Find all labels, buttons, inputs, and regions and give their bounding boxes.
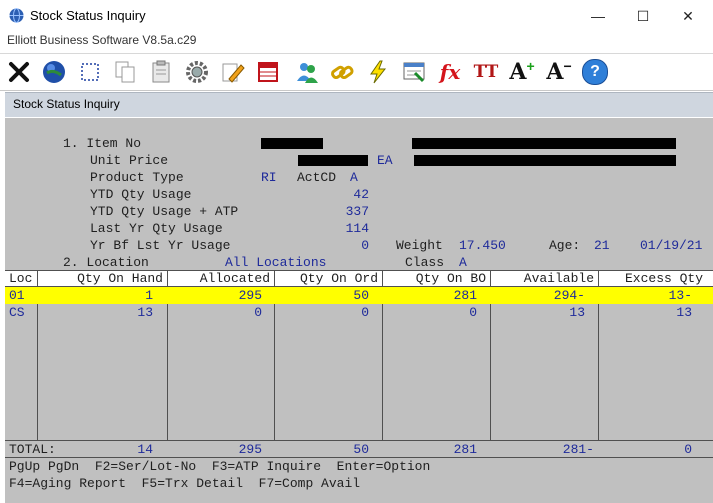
- spreadsheet-icon[interactable]: [252, 57, 284, 87]
- item-no-label: 1. Item No: [63, 136, 142, 151]
- settings-icon[interactable]: [181, 57, 213, 87]
- app-version-label: Elliott Business Software V8.5a.c29: [7, 33, 197, 47]
- row-0-allocated: 295: [238, 288, 262, 303]
- total-on-hand: 14: [137, 442, 153, 457]
- total-allocated: 295: [238, 442, 262, 457]
- actcd-label: ActCD: [297, 170, 337, 185]
- total-on-ord: 50: [353, 442, 369, 457]
- toolbar: fx TT A + A − ?: [0, 53, 713, 91]
- product-type-label: Product Type: [90, 170, 184, 185]
- row-0-on-hand: 1: [145, 288, 153, 303]
- item-no-value-redacted: [261, 138, 323, 149]
- col-header-loc: Loc: [9, 271, 33, 286]
- row-0-available: 294-: [553, 288, 585, 303]
- weight-value: 17.450: [459, 238, 506, 253]
- row-0-on-ord: 50: [353, 288, 369, 303]
- users-icon[interactable]: [291, 57, 323, 87]
- total-available: 281-: [562, 442, 594, 457]
- row-1-allocated: 0: [254, 305, 262, 320]
- actcd-value: A: [350, 170, 358, 185]
- last-yr-label: Last Yr Qty Usage: [90, 221, 223, 236]
- row-1-on-hand: 13: [137, 305, 153, 320]
- help-icon[interactable]: ?: [579, 57, 611, 87]
- window-title: Stock Status Inquiry: [30, 8, 146, 23]
- yr-bf-value: 0: [361, 238, 369, 253]
- age-label: Age:: [549, 238, 581, 253]
- globe-icon[interactable]: [38, 57, 70, 87]
- class-label: Class: [405, 255, 445, 270]
- unit-price-value-redacted: [298, 155, 368, 166]
- row-1-available: 13: [569, 305, 585, 320]
- maximize-button[interactable]: ☐: [628, 6, 658, 26]
- yr-bf-label: Yr Bf Lst Yr Usage: [90, 238, 231, 253]
- unit-of-measure: EA: [377, 153, 393, 168]
- ytd-qty-label: YTD Qty Usage: [90, 187, 192, 202]
- paste-icon[interactable]: [145, 57, 177, 87]
- row-1-excess: 13: [676, 305, 692, 320]
- unit-price-label: Unit Price: [90, 153, 169, 168]
- ytd-atp-label: YTD Qty Usage + ATP: [90, 204, 239, 219]
- total-excess: 0: [684, 442, 692, 457]
- function-keys-line-1: PgUp PgDn F2=Ser/Lot-No F3=ATP Inquire E…: [9, 459, 431, 474]
- ytd-qty-value: 42: [353, 187, 369, 202]
- class-value: A: [459, 255, 467, 270]
- col-header-qty-on-hand: Qty On Hand: [77, 271, 163, 286]
- col-header-qty-on-ord: Qty On Ord: [299, 271, 378, 286]
- location-value: All Locations: [225, 255, 327, 270]
- increase-font-icon[interactable]: A +: [506, 57, 538, 87]
- fx-icon[interactable]: fx: [434, 57, 466, 87]
- item-description-redacted: [412, 138, 676, 149]
- product-type-value: RI: [261, 170, 277, 185]
- col-header-allocated: Allocated: [199, 271, 270, 286]
- exit-x-icon[interactable]: [3, 57, 35, 87]
- font-size-icon[interactable]: TT: [470, 57, 502, 87]
- col-header-excess-qty: Excess Qty: [624, 271, 703, 286]
- row-0-on-bo: 281: [453, 288, 477, 303]
- app-globe-icon: [9, 8, 24, 23]
- report-icon[interactable]: [398, 57, 430, 87]
- row-0-excess: 13-: [668, 288, 692, 303]
- function-keys-line-2: F4=Aging Report F5=Trx Detail F7=Comp Av…: [9, 476, 361, 491]
- row-0-loc: 01: [9, 288, 25, 303]
- row-1-on-bo: 0: [469, 305, 477, 320]
- close-button[interactable]: ✕: [673, 6, 703, 26]
- edit-icon[interactable]: [216, 57, 248, 87]
- age-value: 21: [594, 238, 610, 253]
- link-icon[interactable]: [326, 57, 358, 87]
- date-value: 01/19/21: [640, 238, 703, 253]
- lightning-icon[interactable]: [362, 57, 394, 87]
- weight-label: Weight: [396, 238, 443, 253]
- row-1-on-ord: 0: [361, 305, 369, 320]
- row-1-loc: CS: [9, 305, 25, 320]
- col-header-qty-on-bo: Qty On BO: [415, 271, 486, 286]
- decrease-font-icon[interactable]: A −: [543, 57, 575, 87]
- minimize-button[interactable]: —: [583, 6, 613, 26]
- col-header-available: Available: [523, 271, 594, 286]
- item-description-2-redacted: [414, 155, 676, 166]
- location-label[interactable]: 2. Location: [63, 254, 149, 271]
- inner-window-title: Stock Status Inquiry: [13, 97, 120, 111]
- ytd-atp-value: 337: [345, 204, 369, 219]
- total-on-bo: 281: [453, 442, 477, 457]
- copy-icon[interactable]: [109, 57, 141, 87]
- select-icon[interactable]: [74, 57, 106, 87]
- last-yr-value: 114: [345, 221, 369, 236]
